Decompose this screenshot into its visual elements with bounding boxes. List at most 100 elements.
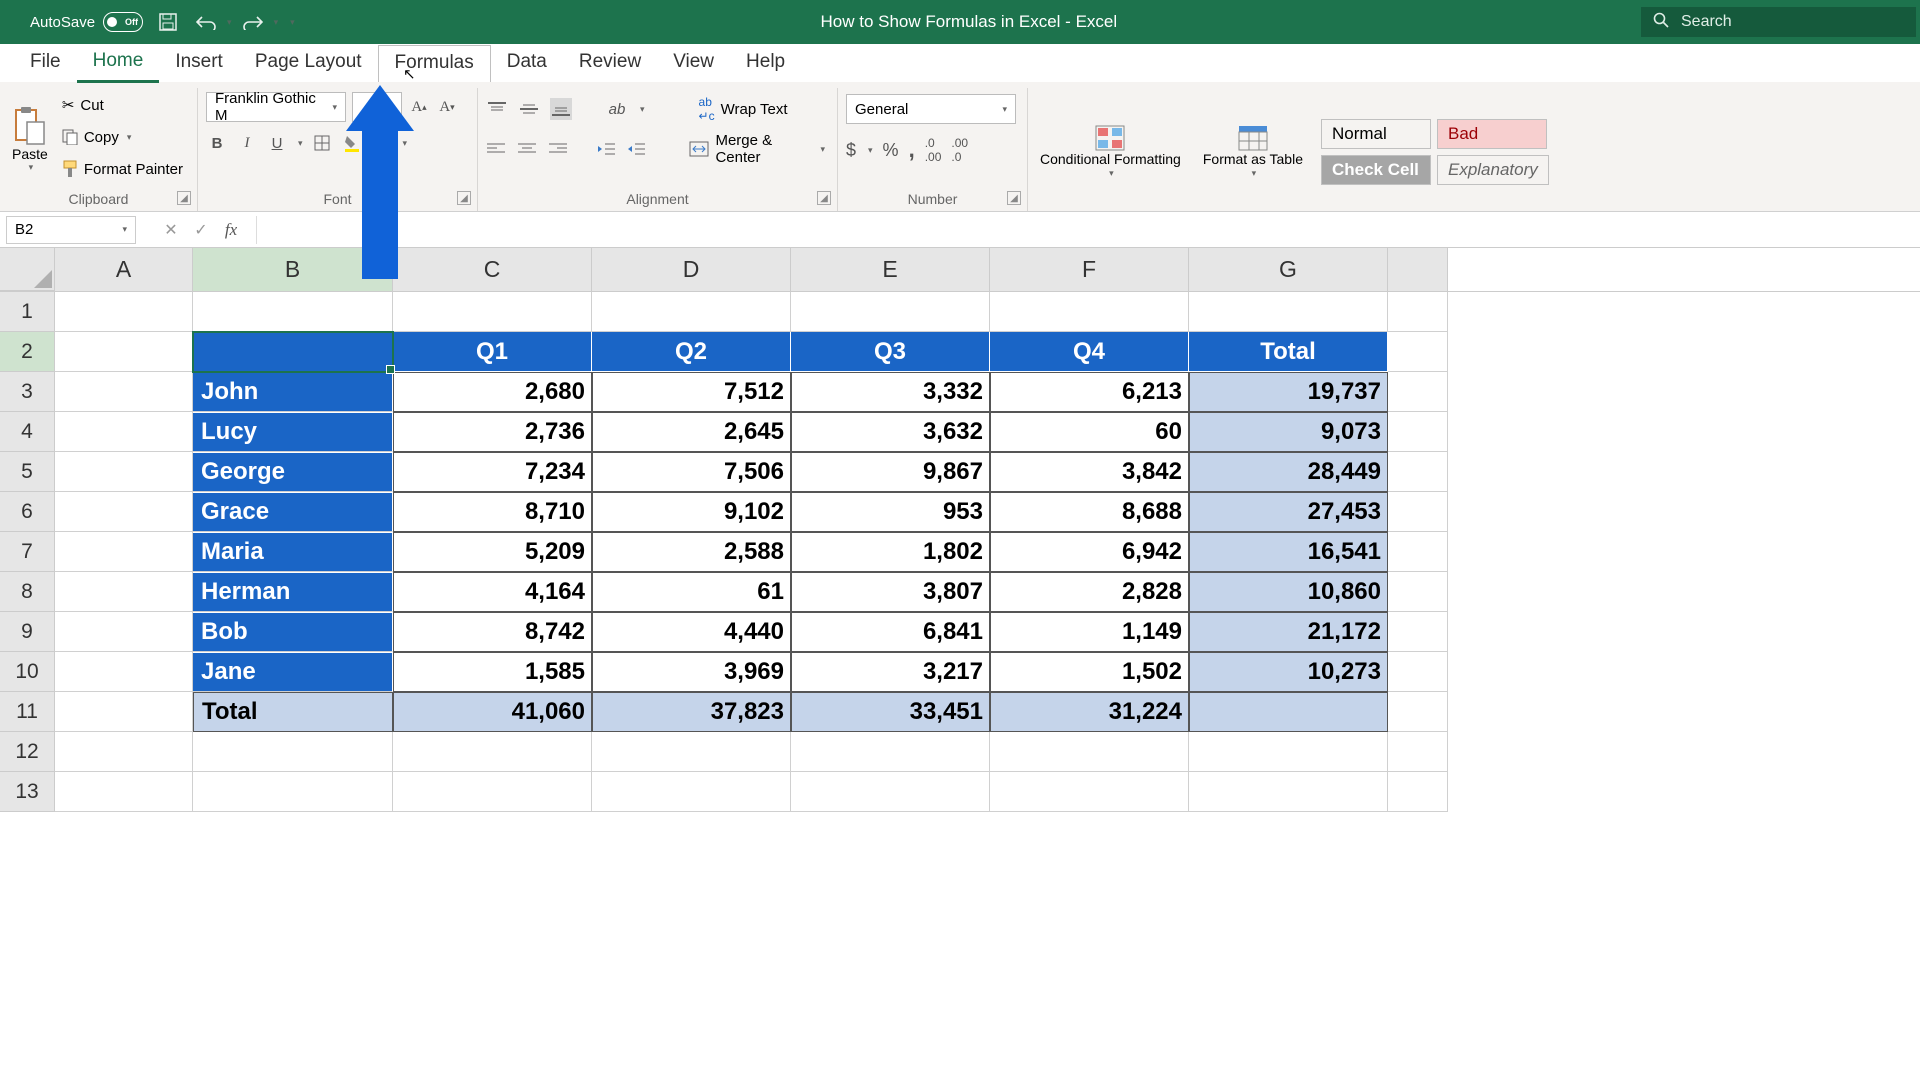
- cell[interactable]: [1388, 292, 1448, 332]
- row-header[interactable]: 11: [0, 692, 55, 732]
- row-header[interactable]: 6: [0, 492, 55, 532]
- cell[interactable]: Total: [1189, 332, 1388, 372]
- cell[interactable]: [55, 452, 193, 492]
- italic-button[interactable]: I: [236, 132, 258, 154]
- style-bad[interactable]: Bad: [1437, 119, 1547, 149]
- wrap-text-button[interactable]: ab↵cWrap Text: [695, 94, 792, 124]
- cell[interactable]: [393, 732, 592, 772]
- merge-center-button[interactable]: Merge & Center▾: [685, 134, 829, 164]
- cell[interactable]: 21,172: [1189, 612, 1388, 652]
- cell[interactable]: 5,209: [393, 532, 592, 572]
- cell[interactable]: 2,588: [592, 532, 791, 572]
- cell[interactable]: [1388, 572, 1448, 612]
- cell[interactable]: Q3: [791, 332, 990, 372]
- fill-color-button[interactable]: [341, 132, 363, 154]
- cell[interactable]: [1189, 292, 1388, 332]
- style-explanatory[interactable]: Explanatory: [1437, 155, 1549, 185]
- cell[interactable]: 16,541: [1189, 532, 1388, 572]
- cell[interactable]: George: [193, 452, 393, 492]
- font-launcher[interactable]: ◢: [457, 191, 471, 205]
- tab-data[interactable]: Data: [491, 45, 563, 81]
- align-middle-icon[interactable]: [518, 98, 540, 120]
- cell[interactable]: Total: [193, 692, 393, 732]
- tab-view[interactable]: View: [657, 45, 730, 81]
- cell[interactable]: 4,164: [393, 572, 592, 612]
- cell[interactable]: 3,332: [791, 372, 990, 412]
- name-box[interactable]: B2▾: [6, 216, 136, 244]
- row-header[interactable]: 4: [0, 412, 55, 452]
- cell[interactable]: 60: [990, 412, 1189, 452]
- cell[interactable]: 41,060: [393, 692, 592, 732]
- cell[interactable]: 10,273: [1189, 652, 1388, 692]
- cell[interactable]: 3,807: [791, 572, 990, 612]
- row-header[interactable]: 1: [0, 292, 55, 332]
- cell[interactable]: 7,512: [592, 372, 791, 412]
- cell[interactable]: [55, 612, 193, 652]
- increase-indent-icon[interactable]: [626, 138, 647, 160]
- cell[interactable]: 8,688: [990, 492, 1189, 532]
- increase-decimal-icon[interactable]: .0.00: [925, 136, 942, 164]
- align-top-icon[interactable]: [486, 98, 508, 120]
- conditional-formatting-button[interactable]: Conditional Formatting▾: [1036, 122, 1185, 180]
- cell[interactable]: [1388, 732, 1448, 772]
- cell[interactable]: [1388, 372, 1448, 412]
- cell[interactable]: [55, 412, 193, 452]
- cell[interactable]: [1388, 692, 1448, 732]
- col-header-a[interactable]: A: [55, 248, 193, 291]
- select-all-button[interactable]: [0, 248, 55, 291]
- orientation-icon[interactable]: ab: [606, 98, 628, 120]
- decrease-font-icon[interactable]: A▾: [436, 96, 458, 118]
- tab-help[interactable]: Help: [730, 45, 801, 81]
- cell[interactable]: 8,742: [393, 612, 592, 652]
- cell[interactable]: [393, 772, 592, 812]
- cell[interactable]: Lucy: [193, 412, 393, 452]
- copy-button[interactable]: Copy▾: [58, 122, 187, 152]
- tab-insert[interactable]: Insert: [159, 45, 239, 81]
- font-color-dropdown-icon[interactable]: ▾: [403, 138, 408, 149]
- autosave-toggle[interactable]: Off: [103, 12, 143, 32]
- save-icon[interactable]: [155, 9, 181, 35]
- cell[interactable]: Q4: [990, 332, 1189, 372]
- underline-dropdown-icon[interactable]: ▾: [298, 138, 303, 149]
- cell[interactable]: [1388, 772, 1448, 812]
- cell[interactable]: Q1: [393, 332, 592, 372]
- number-format-dropdown[interactable]: General▾: [846, 94, 1016, 124]
- cell[interactable]: [55, 652, 193, 692]
- cell[interactable]: [592, 292, 791, 332]
- cell[interactable]: 1,585: [393, 652, 592, 692]
- cell[interactable]: [193, 732, 393, 772]
- cell[interactable]: Jane: [193, 652, 393, 692]
- align-center-icon[interactable]: [517, 138, 538, 160]
- row-header[interactable]: 8: [0, 572, 55, 612]
- cell[interactable]: [1189, 772, 1388, 812]
- redo-icon[interactable]: [240, 9, 266, 35]
- qat-customize-icon[interactable]: ▾: [290, 17, 295, 28]
- comma-icon[interactable]: ,: [909, 137, 915, 163]
- cell[interactable]: [1189, 732, 1388, 772]
- cancel-formula-icon[interactable]: ✕: [156, 220, 186, 240]
- cell[interactable]: 31,224: [990, 692, 1189, 732]
- row-header[interactable]: 9: [0, 612, 55, 652]
- cell[interactable]: 1,802: [791, 532, 990, 572]
- decrease-indent-icon[interactable]: [595, 138, 616, 160]
- col-header-h[interactable]: [1388, 248, 1448, 291]
- col-header-c[interactable]: C: [393, 248, 592, 291]
- cell[interactable]: [193, 332, 393, 372]
- underline-button[interactable]: U: [266, 132, 288, 154]
- cell[interactable]: [55, 492, 193, 532]
- row-header[interactable]: 2: [0, 332, 55, 372]
- col-header-g[interactable]: G: [1189, 248, 1388, 291]
- bold-button[interactable]: B: [206, 132, 228, 154]
- col-header-f[interactable]: F: [990, 248, 1189, 291]
- cell[interactable]: 33,451: [791, 692, 990, 732]
- align-left-icon[interactable]: [486, 138, 507, 160]
- row-header[interactable]: 3: [0, 372, 55, 412]
- tab-review[interactable]: Review: [563, 45, 657, 81]
- border-button[interactable]: [311, 132, 333, 154]
- cell[interactable]: [592, 732, 791, 772]
- align-bottom-icon[interactable]: [550, 98, 572, 120]
- align-right-icon[interactable]: [547, 138, 568, 160]
- insert-function-icon[interactable]: fx: [216, 220, 246, 240]
- percent-icon[interactable]: %: [883, 140, 899, 161]
- cell[interactable]: Q2: [592, 332, 791, 372]
